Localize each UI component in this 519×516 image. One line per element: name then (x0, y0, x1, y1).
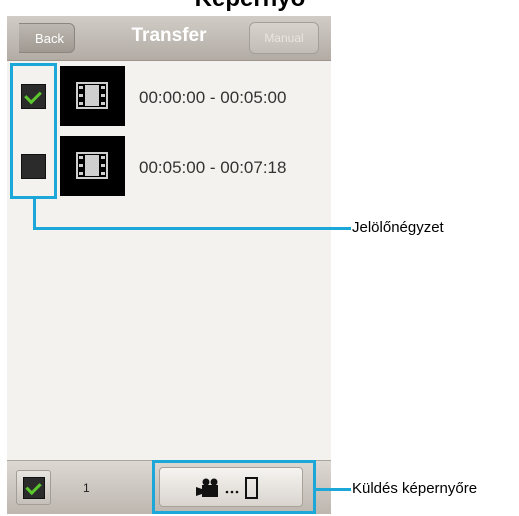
back-button[interactable]: Back (19, 23, 75, 53)
video-thumbnail (60, 66, 125, 126)
page-heading: Képernyő (135, 0, 365, 16)
checkbox-callout-label: Jelölőnégyzet (352, 219, 444, 236)
send-button-highlight (152, 460, 316, 514)
send-callout-label: Küldés képernyőre (352, 480, 478, 497)
select-all-checkbox (23, 477, 45, 499)
nav-title: Transfer (131, 25, 207, 46)
clip-range: 00:00:00 - 00:05:00 (139, 88, 287, 107)
callout-line (316, 488, 351, 491)
callout-line (33, 227, 351, 230)
film-icon (76, 152, 108, 179)
callout-line (33, 199, 36, 230)
nav-bar: Back Transfer Manual (7, 16, 331, 61)
video-thumbnail (60, 136, 125, 196)
film-icon (76, 82, 108, 109)
check-mark-icon (25, 478, 42, 496)
selected-count: 1 (83, 481, 90, 495)
checkbox-column-highlight (10, 63, 57, 199)
manual-button[interactable]: Manual (249, 22, 319, 54)
clip-range: 00:05:00 - 00:07:18 (139, 158, 287, 177)
select-all-button[interactable] (16, 470, 51, 505)
